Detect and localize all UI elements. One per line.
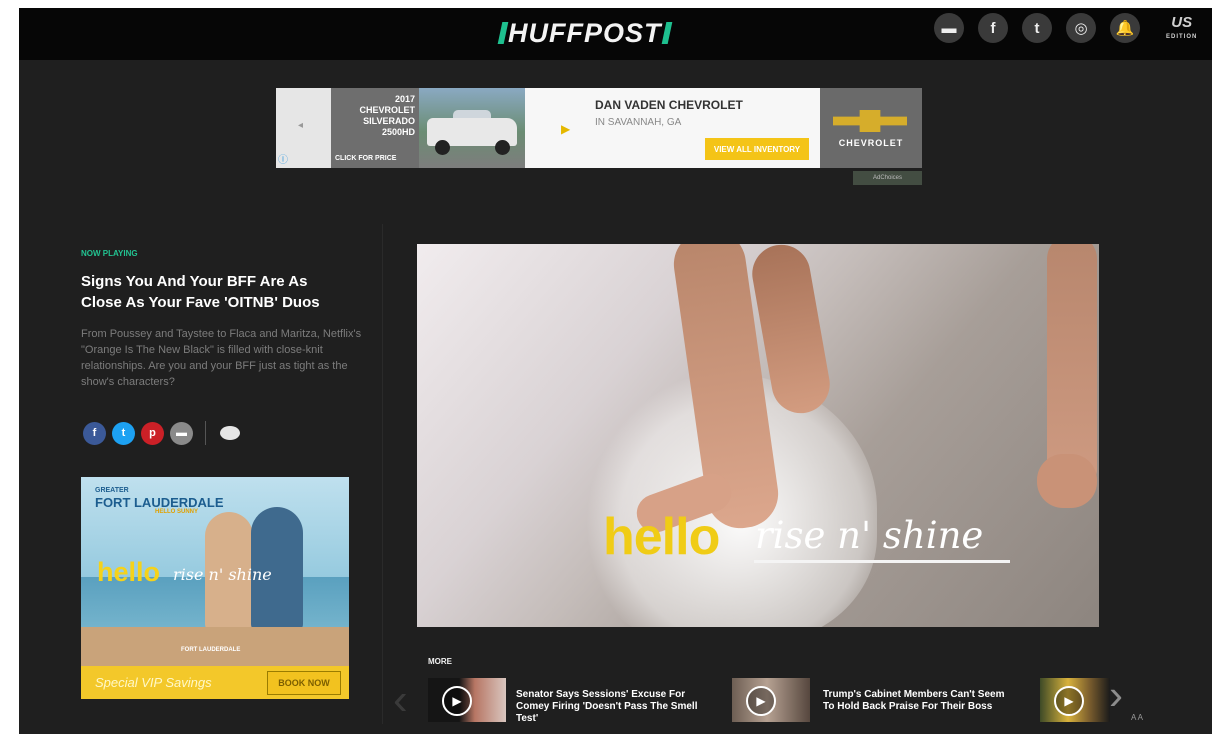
- adchoices-badge[interactable]: AdChoices: [853, 171, 922, 185]
- truck-wheel: [495, 140, 510, 155]
- hero-rise-text: rise n' shine: [755, 514, 984, 557]
- play-icon: ▶: [442, 686, 472, 716]
- page-frame: HUFFPOST ▬ f t ◎ 🔔 US EDITION ◂ Ⓘ 2017 C…: [19, 8, 1212, 734]
- share-divider: [205, 421, 206, 445]
- instagram-icon[interactable]: ◎: [1066, 13, 1096, 43]
- ad-arrow-icon: ◂: [298, 120, 304, 131]
- play-icon: ▶: [1054, 686, 1084, 716]
- column-divider: [382, 224, 383, 724]
- top-ad-banner[interactable]: ◂ Ⓘ 2017 CHEVROLET SILVERADO 2500HD CLIC…: [276, 88, 922, 168]
- more-label: MORE: [428, 657, 452, 666]
- side-ad-brand-sub: HELLO SUNNY: [155, 509, 199, 515]
- ad-dealer-panel: ▶ DAN VADEN CHEVROLET IN SAVANNAH, GA VI…: [525, 88, 820, 168]
- hero-underline: [754, 560, 1010, 563]
- dealer-location: IN SAVANNAH, GA: [595, 117, 682, 128]
- side-ad-place: FORT LAUDERDALE: [181, 647, 241, 653]
- ad-price-cta[interactable]: CLICK FOR PRICE: [335, 153, 396, 164]
- hero-foot: [1037, 454, 1097, 508]
- ad-model-line: CHEVROLET: [359, 105, 415, 115]
- carousel-prev-icon[interactable]: ‹: [393, 678, 408, 722]
- pinterest-share-icon[interactable]: p: [141, 421, 164, 445]
- now-playing-label: NOW PLAYING: [81, 249, 138, 258]
- email-icon[interactable]: ▬: [934, 13, 964, 43]
- side-ad-offer: Special VIP Savings: [95, 675, 212, 690]
- video-thumbnail[interactable]: ▶: [1040, 678, 1110, 722]
- facebook-icon[interactable]: f: [978, 13, 1008, 43]
- play-icon: ▶: [746, 686, 776, 716]
- twitter-icon[interactable]: t: [1022, 13, 1052, 43]
- article-description: From Poussey and Taystee to Flaca and Ma…: [81, 328, 362, 388]
- ad-model-line: 2500HD: [381, 127, 415, 137]
- side-ad-brand-main: FORT LAUDERDALE: [95, 495, 224, 510]
- logo-text: HUFFPOST: [508, 17, 662, 48]
- chevrolet-bowtie-icon: [833, 110, 907, 132]
- carousel-next-icon[interactable]: ›: [1109, 674, 1123, 716]
- text-size-control[interactable]: A A: [1131, 713, 1143, 722]
- ad-left-panel: ◂ Ⓘ: [276, 88, 331, 168]
- side-ad-script: rise n' shine: [173, 565, 272, 584]
- hero-video[interactable]: hello rise n' shine: [417, 244, 1099, 627]
- play-icon: ▶: [561, 122, 571, 136]
- book-now-button[interactable]: BOOK NOW: [267, 671, 341, 695]
- truck-image: [419, 88, 525, 168]
- article-title[interactable]: Signs You And Your BFF Are As Close As Y…: [81, 271, 351, 313]
- truck-wheel: [435, 140, 450, 155]
- share-buttons: f t p ▬: [83, 421, 240, 445]
- email-share-icon[interactable]: ▬: [170, 421, 193, 445]
- twitter-share-icon[interactable]: t: [112, 421, 135, 445]
- edition-sub-label: EDITION: [1166, 34, 1198, 40]
- ad-model-line: 2017: [394, 94, 415, 104]
- logo-bar-right: [661, 22, 672, 44]
- bell-icon[interactable]: 🔔: [1110, 13, 1140, 43]
- hero-hello-text: hello: [603, 508, 720, 566]
- facebook-share-icon[interactable]: f: [83, 421, 106, 445]
- huffpost-logo[interactable]: HUFFPOST: [497, 17, 672, 48]
- ad-model-line: SILVERADO: [363, 116, 415, 126]
- video-thumbnail[interactable]: ▶: [732, 678, 810, 722]
- logo-bar-left: [497, 22, 509, 44]
- edition-label: US: [1171, 14, 1193, 31]
- view-inventory-button[interactable]: VIEW ALL INVENTORY: [705, 138, 809, 160]
- dealer-name: DAN VADEN CHEVROLET: [595, 98, 743, 112]
- side-ad-headline: hello: [97, 557, 161, 587]
- chevrolet-brand-panel: CHEVROLET: [820, 88, 922, 168]
- video-title[interactable]: Trump's Cabinet Members Can't Seem To Ho…: [823, 689, 1013, 713]
- ad-choice-icon[interactable]: Ⓘ: [278, 151, 288, 166]
- top-bar: HUFFPOST ▬ f t ◎ 🔔 US EDITION: [19, 8, 1212, 60]
- comment-icon[interactable]: [220, 426, 240, 440]
- brand-name: CHEVROLET: [838, 138, 904, 148]
- video-title[interactable]: Senator Says Sessions' Excuse For Comey …: [516, 689, 706, 725]
- side-ad[interactable]: GREATER FORT LAUDERDALE HELLO SUNNY hell…: [81, 477, 349, 699]
- side-ad-brand-top: GREATER: [95, 487, 129, 494]
- social-icons: ▬ f t ◎ 🔔: [934, 13, 1140, 43]
- video-thumbnail[interactable]: ▶: [428, 678, 506, 722]
- edition-selector[interactable]: US EDITION: [1166, 14, 1198, 44]
- ad-model-panel: 2017 CHEVROLET SILVERADO 2500HD CLICK FO…: [331, 88, 419, 168]
